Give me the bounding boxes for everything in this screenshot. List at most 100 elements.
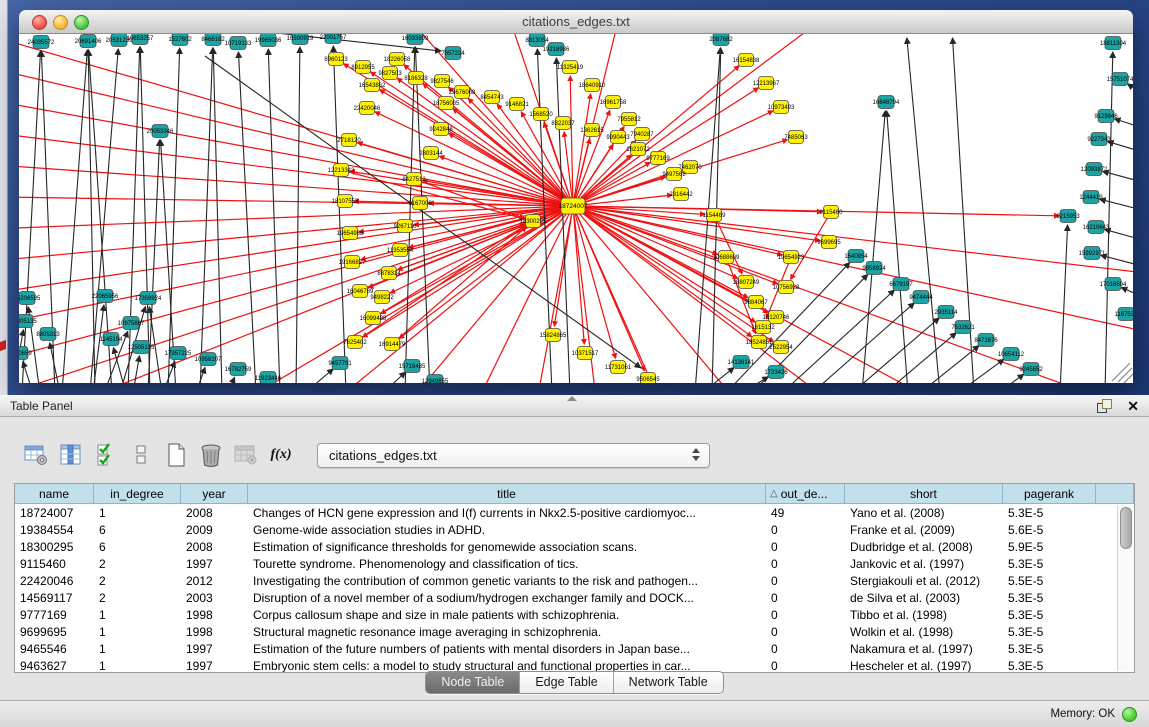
window-titlebar[interactable]: citations_edges.txt (19, 10, 1133, 34)
graph-node-yellow[interactable]: 12213967 (753, 77, 780, 90)
graph-node-teal[interactable]: 9227343 (1087, 133, 1111, 146)
new-document-icon[interactable] (163, 442, 189, 468)
table-cell[interactable]: 5.3E-5 (1003, 504, 1096, 521)
table-cell[interactable]: 0 (766, 521, 845, 538)
table-cell[interactable]: Structural magnetic resonance image aver… (248, 623, 766, 640)
tab-network-table[interactable]: Network Table (614, 672, 723, 693)
tab-edge-table[interactable]: Edge Table (520, 672, 613, 693)
graph-node-teal[interactable]: 16033809 (402, 34, 429, 45)
graph-node-yellow[interactable]: 8960123 (324, 53, 348, 66)
graph-node-teal[interactable]: 9129946 (1094, 110, 1118, 123)
graph-node-yellow[interactable]: 9990443 (606, 131, 630, 144)
table-cell[interactable]: 49 (766, 504, 845, 521)
table-cell[interactable]: 9465546 (15, 640, 94, 657)
graph-node-yellow[interactable]: 8427512 (402, 173, 426, 186)
graph-node-teal[interactable]: 1167533 (1115, 308, 1133, 321)
table-cell[interactable]: 5.9E-5 (1003, 538, 1096, 555)
table-cell[interactable]: 2012 (181, 572, 248, 589)
graph-node-teal[interactable]: 12949655 (422, 375, 449, 384)
graph-node-yellow[interactable]: 2803144 (419, 147, 443, 160)
table-cell[interactable]: Nakamura et al. (1997) (845, 640, 1003, 657)
table-cell[interactable]: Dudbridge et al. (2008) (845, 538, 1003, 555)
table-cell[interactable]: 0 (766, 640, 845, 657)
table-cell[interactable]: 1998 (181, 606, 248, 623)
graph-node-teal[interactable]: 10719133 (225, 37, 252, 50)
column-header-out_de...[interactable]: △out_de... (766, 484, 845, 504)
table-cell[interactable]: Estimation of the future numbers of pati… (248, 640, 766, 657)
table-cell[interactable]: Franke et al. (2009) (845, 521, 1003, 538)
table-cell[interactable]: Tourette syndrome. Phenomenology and cla… (248, 555, 766, 572)
graph-node-yellow[interactable]: 8878314 (377, 267, 401, 280)
table-cell[interactable]: 0 (766, 555, 845, 572)
graph-node-yellow[interactable]: 9146821 (505, 98, 529, 111)
column-header-name[interactable]: name (15, 484, 94, 504)
table-row[interactable]: 1830029562008Estimation of significance … (15, 538, 1134, 555)
tab-node-table[interactable]: Node Table (426, 672, 520, 693)
graph-node-yellow[interactable]: 18226058 (384, 53, 411, 66)
graph-node-teal[interactable]: 10590919 (287, 34, 314, 45)
graph-node-yellow[interactable]: 23676068 (449, 86, 476, 99)
table-cell[interactable]: 18300295 (15, 538, 94, 555)
graph-node-teal[interactable]: 25206595 (19, 292, 41, 305)
graph-node-teal[interactable]: 15751074 (1107, 73, 1133, 86)
float-panel-icon[interactable] (1097, 399, 1111, 412)
table-row[interactable]: 969969511998Structural magnetic resonanc… (15, 623, 1134, 640)
close-panel-icon[interactable]: ✕ (1127, 399, 1139, 413)
table-cell[interactable]: 0 (766, 572, 845, 589)
table-cell[interactable]: 5.3E-5 (1003, 555, 1096, 572)
table-cell[interactable]: 6 (94, 538, 181, 555)
table-cell[interactable]: 5.3E-5 (1003, 640, 1096, 657)
table-cell[interactable]: Changes of HCN gene expression and I(f) … (248, 504, 766, 521)
graph-node-yellow[interactable]: 9827503 (378, 67, 402, 80)
table-cell[interactable]: Disruption of a novel member of a sodium… (248, 589, 766, 606)
graph-node-yellow[interactable]: 19166827 (339, 256, 366, 269)
table-settings-icon[interactable] (23, 442, 49, 468)
graph-node-hub[interactable]: 18724007 (559, 198, 588, 214)
graph-node-teal[interactable]: 24035572 (28, 36, 55, 49)
graph-node-teal[interactable]: 22001757 (320, 34, 347, 44)
table-cell[interactable]: 9699695 (15, 623, 94, 640)
graph-node-teal[interactable]: 19218986 (543, 43, 570, 56)
graph-node-teal[interactable]: 2935114 (935, 306, 959, 319)
table-cell[interactable]: Wolkin et al. (1998) (845, 623, 1003, 640)
table-cell[interactable]: 2 (94, 589, 181, 606)
function-builder-icon[interactable]: f(x) (268, 442, 294, 468)
graph-node-yellow[interactable]: 8454743 (480, 91, 504, 104)
table-row[interactable]: 946554611997Estimation of the future num… (15, 640, 1134, 657)
table-cell[interactable]: 5.3E-5 (1003, 623, 1096, 640)
graph-node-teal[interactable]: 10654112 (998, 348, 1025, 361)
table-cell[interactable]: 0 (766, 589, 845, 606)
table-scrollbar-thumb[interactable] (1120, 507, 1132, 549)
graph-node-yellow[interactable]: 9827546 (430, 75, 454, 88)
table-row[interactable]: 1938455462009Genome-wide association stu… (15, 521, 1134, 538)
graph-node-yellow[interactable]: 7955812 (617, 113, 641, 126)
table-row[interactable]: 1456911722003Disruption of a novel membe… (15, 589, 1134, 606)
graph-node-yellow[interactable]: 11731061 (605, 361, 632, 374)
table-selector-dropdown[interactable]: citations_edges.txt (317, 443, 710, 468)
table-cell[interactable]: 1 (94, 640, 181, 657)
graph-node-teal[interactable]: 9457791 (328, 357, 352, 370)
table-cell[interactable]: 1997 (181, 640, 248, 657)
table-cell[interactable]: 2 (94, 555, 181, 572)
graph-node-yellow[interactable]: 2316442 (669, 188, 693, 201)
graph-node-teal[interactable]: 1145194 (100, 333, 124, 346)
table-cell[interactable]: Stergiakouli et al. (2012) (845, 572, 1003, 589)
column-header-title[interactable]: title (248, 484, 766, 504)
table-cell[interactable]: Investigating the contribution of common… (248, 572, 766, 589)
table-cell[interactable]: 0 (766, 606, 845, 623)
table-cell[interactable]: 2008 (181, 504, 248, 521)
table-row[interactable]: 1872400712008Changes of HCN gene express… (15, 504, 1134, 521)
table-cell[interactable]: Tibbo et al. (1998) (845, 606, 1003, 623)
table-scrollbar[interactable] (1117, 505, 1133, 671)
table-cell[interactable]: Estimation of significance thresholds fo… (248, 538, 766, 555)
graph-node-teal[interactable]: 7857224 (441, 47, 465, 60)
table-cell[interactable]: 9777169 (15, 606, 94, 623)
graph-node-yellow[interactable]: 1154469 (703, 209, 727, 222)
table-cell[interactable]: 1998 (181, 623, 248, 640)
table-row[interactable]: 2242004622012Investigating the contribut… (15, 572, 1134, 589)
graph-node-yellow[interactable]: 9115460 (820, 206, 844, 219)
column-header-year[interactable]: year (181, 484, 248, 504)
graph-node-teal[interactable]: 9474444 (909, 291, 933, 304)
table-cell[interactable]: 22420046 (15, 572, 94, 589)
table-cell[interactable]: Genome-wide association studies in ADHD. (248, 521, 766, 538)
